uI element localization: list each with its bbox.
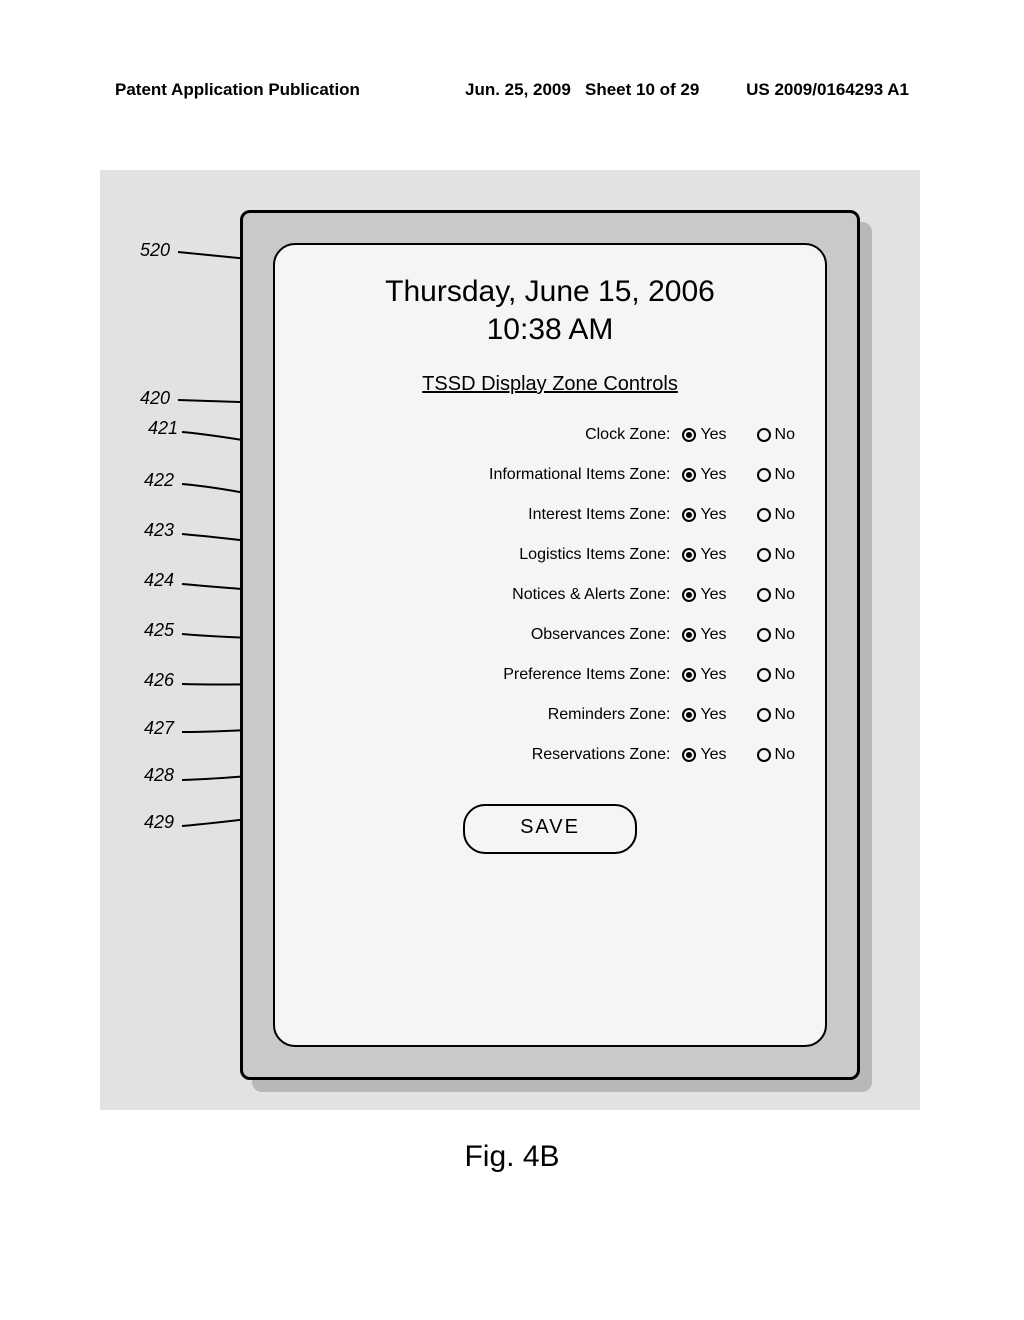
radio-no-label: No [775,706,795,724]
radio-yes-label: Yes [700,626,726,644]
time-line: 10:38 AM [305,313,795,347]
zone-row: Reminders Zone: Yes No [305,706,795,724]
radio-no[interactable]: No [757,666,795,684]
figure-area: 520 420 421 422 423 424 425 426 427 428 … [100,170,920,1110]
ref-428: 428 [144,765,174,786]
date-line: Thursday, June 15, 2006 [305,275,795,309]
radio-yes[interactable]: Yes [682,466,726,484]
section-title: TSSD Display Zone Controls [305,373,795,396]
ref-520: 520 [140,240,170,261]
header-date: Jun. 25, 2009 [465,80,571,100]
radio-yes[interactable]: Yes [682,506,726,524]
ref-424: 424 [144,570,174,591]
header-publication: Patent Application Publication [115,80,360,100]
zone-label: Notices & Alerts Zone: [305,586,674,604]
radio-yes-label: Yes [700,706,726,724]
zone-label: Reminders Zone: [305,706,674,724]
radio-no-label: No [775,466,795,484]
radio-no[interactable]: No [757,506,795,524]
radio-yes[interactable]: Yes [682,666,726,684]
radio-no-label: No [775,506,795,524]
radio-yes-label: Yes [700,746,726,764]
zone-row: Notices & Alerts Zone: Yes No [305,586,795,604]
radio-no-label: No [775,666,795,684]
zone-label: Logistics Items Zone: [305,546,674,564]
ref-429: 429 [144,812,174,833]
ref-422: 422 [144,470,174,491]
radio-yes-label: Yes [700,666,726,684]
radio-yes-label: Yes [700,506,726,524]
ref-420: 420 [140,388,170,409]
zone-row: Clock Zone: Yes No [305,426,795,444]
radio-dot-icon [757,748,771,762]
radio-yes[interactable]: Yes [682,426,726,444]
radio-dot-icon [682,548,696,562]
zone-label: Observances Zone: [305,626,674,644]
radio-dot-icon [757,468,771,482]
device: Thursday, June 15, 2006 10:38 AM TSSD Di… [240,210,860,1080]
radio-no-label: No [775,546,795,564]
header-patno: US 2009/0164293 A1 [746,80,909,100]
ref-421: 421 [148,418,178,439]
radio-yes-label: Yes [700,546,726,564]
ref-427: 427 [144,718,174,739]
zone-row: Informational Items Zone: Yes No [305,466,795,484]
radio-no-label: No [775,426,795,444]
radio-dot-icon [682,668,696,682]
radio-dot-icon [682,588,696,602]
zone-list: Clock Zone:YesNoInformational Items Zone… [305,426,795,764]
radio-yes[interactable]: Yes [682,586,726,604]
radio-yes-label: Yes [700,586,726,604]
radio-dot-icon [757,628,771,642]
radio-dot-icon [682,708,696,722]
radio-yes[interactable]: Yes [682,746,726,764]
save-button[interactable]: SAVE [463,804,637,854]
zone-row: Logistics Items Zone: Yes No [305,546,795,564]
radio-no-label: No [775,626,795,644]
radio-no[interactable]: No [757,706,795,724]
figure-caption: Fig. 4B [0,1140,1024,1174]
ref-423: 423 [144,520,174,541]
radio-dot-icon [757,708,771,722]
zone-label: Clock Zone: [305,426,674,444]
ref-425: 425 [144,620,174,641]
radio-no[interactable]: No [757,466,795,484]
zone-row: Reservations Zone: Yes No [305,746,795,764]
screen: Thursday, June 15, 2006 10:38 AM TSSD Di… [273,243,827,1047]
zone-label: Interest Items Zone: [305,506,674,524]
radio-no[interactable]: No [757,546,795,564]
radio-dot-icon [757,508,771,522]
zone-row: Interest Items Zone: Yes No [305,506,795,524]
radio-dot-icon [757,548,771,562]
radio-no-label: No [775,586,795,604]
zone-row: Preference Items Zone: Yes No [305,666,795,684]
radio-yes[interactable]: Yes [682,626,726,644]
radio-no[interactable]: No [757,426,795,444]
radio-no-label: No [775,746,795,764]
radio-dot-icon [757,428,771,442]
radio-dot-icon [682,508,696,522]
ref-426: 426 [144,670,174,691]
radio-dot-icon [682,468,696,482]
radio-no[interactable]: No [757,586,795,604]
zone-row: Observances Zone: Yes No [305,626,795,644]
device-frame: Thursday, June 15, 2006 10:38 AM TSSD Di… [240,210,860,1080]
radio-dot-icon [682,748,696,762]
radio-no[interactable]: No [757,626,795,644]
zone-label: Preference Items Zone: [305,666,674,684]
radio-yes[interactable]: Yes [682,546,726,564]
radio-dot-icon [757,588,771,602]
radio-dot-icon [757,668,771,682]
radio-no[interactable]: No [757,746,795,764]
radio-dot-icon [682,628,696,642]
radio-yes-label: Yes [700,466,726,484]
zone-label: Informational Items Zone: [305,466,674,484]
header-sheet: Sheet 10 of 29 [585,80,699,100]
radio-yes-label: Yes [700,426,726,444]
radio-dot-icon [682,428,696,442]
radio-yes[interactable]: Yes [682,706,726,724]
zone-label: Reservations Zone: [305,746,674,764]
